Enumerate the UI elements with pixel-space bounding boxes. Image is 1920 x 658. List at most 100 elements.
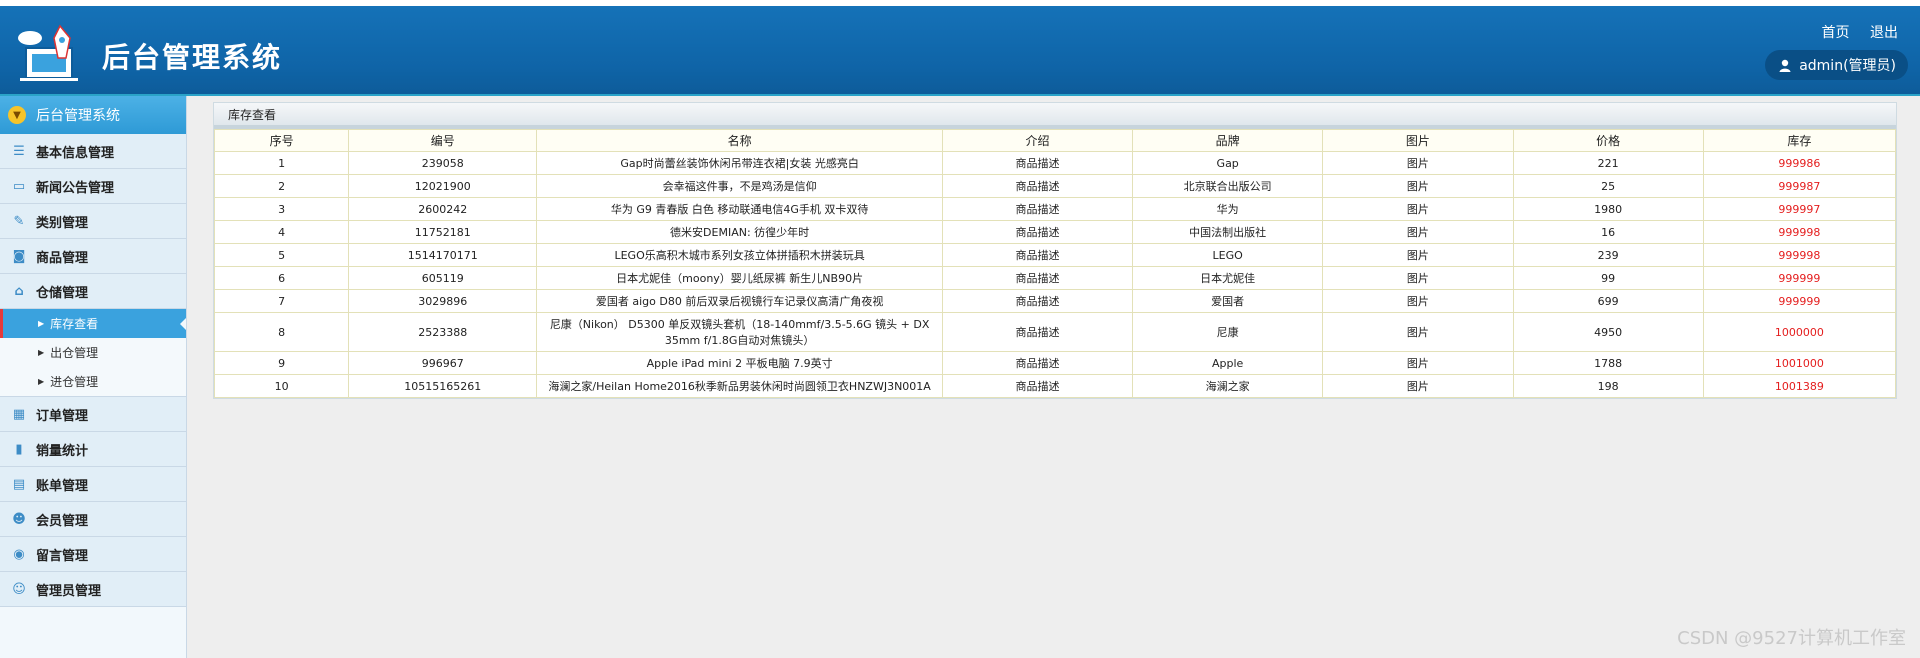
cell-intro[interactable]: 商品描述 — [941, 220, 1134, 244]
table-body: 1 239058 Gap时尚蕾丝装饰休闲吊带连衣裙|女装 光感亮白 商品描述 Gap 图片… — [213, 151, 1897, 398]
cell-code: 12021900 — [348, 174, 538, 198]
sidebar-item-label: 基本信息管理 — [36, 145, 115, 161]
sidebar-subitem-stock-view[interactable]: ▶ 库存查看 — [0, 309, 186, 338]
table-row: 3 2600242 华为 G9 青春版 白色 移动联通电信4G手机 双卡双待 商品描述… — [213, 197, 1897, 221]
cell-index: 6 — [213, 266, 350, 290]
cell-name: 会幸福这件事，不是鸡汤是信仰 — [536, 174, 943, 198]
column-header: 序号 — [213, 129, 350, 152]
home-link[interactable]: 首页 — [1822, 25, 1850, 41]
cell-image[interactable]: 图片 — [1322, 351, 1514, 375]
cell-intro[interactable]: 商品描述 — [941, 151, 1134, 175]
cell-image[interactable]: 图片 — [1322, 197, 1514, 221]
cell-code: 1514170171 — [348, 243, 538, 267]
sidebar-item-admins[interactable]: ☺ 管理员管理 — [0, 572, 186, 607]
cell-image[interactable]: 图片 — [1322, 243, 1514, 267]
app-title: 后台管理系统 — [102, 41, 283, 74]
cell-index: 8 — [213, 312, 350, 352]
cell-price: 198 — [1512, 374, 1704, 398]
sidebar-item-warehouse[interactable]: ⌂ 仓储管理 — [0, 274, 186, 309]
sidebar-item-goods[interactable]: ◙ 商品管理 — [0, 239, 186, 274]
cell-image[interactable]: 图片 — [1322, 220, 1514, 244]
top-links: 首页 退出 — [1806, 22, 1898, 42]
caret-right-icon: ▶ — [38, 377, 45, 386]
user-icon — [1779, 59, 1791, 72]
stock-panel: 库存查看 序号 编号 名称 介绍 品牌 图片 价格 库存 1 239058 Gap时… — [213, 102, 1897, 399]
cell-brand: LEGO — [1132, 243, 1324, 267]
edit-icon: ✎ — [13, 213, 25, 229]
sidebar-title[interactable]: ▼ 后台管理系统 — [0, 96, 186, 134]
cell-stock: 999997 — [1702, 197, 1897, 221]
table-row: 10 10515165261 海澜之家/Heilan Home2016秋季新品男装休… — [213, 374, 1897, 398]
cell-price: 99 — [1512, 266, 1704, 290]
cell-image[interactable]: 图片 — [1322, 312, 1514, 352]
cell-index: 9 — [213, 351, 350, 375]
cell-intro[interactable]: 商品描述 — [941, 289, 1134, 313]
sidebar-item-category[interactable]: ✎ 类别管理 — [0, 204, 186, 239]
sidebar-item-label: 留言管理 — [36, 548, 89, 564]
sidebar: ▼ 后台管理系统 ☰ 基本信息管理 ▭ 新闻公告管理 ✎ 类别管理 ◙ 商品管理… — [0, 96, 187, 658]
cell-brand: 中国法制出版社 — [1132, 220, 1324, 244]
sidebar-subitem-inbound[interactable]: ▶ 进仓管理 — [0, 367, 186, 397]
column-header: 价格 — [1512, 129, 1704, 152]
cell-index: 1 — [213, 151, 350, 175]
cell-stock: 999999 — [1702, 266, 1897, 290]
cell-image[interactable]: 图片 — [1322, 174, 1514, 198]
sidebar-subitem-outbound[interactable]: ▶ 出仓管理 — [0, 338, 186, 367]
cell-brand: 北京联合出版公司 — [1132, 174, 1324, 198]
cell-stock: 999998 — [1702, 220, 1897, 244]
cell-price: 25 — [1512, 174, 1704, 198]
column-header: 介绍 — [941, 129, 1134, 152]
panel-title: 库存查看 — [214, 103, 1896, 129]
home-icon: ⌂ — [14, 283, 24, 299]
sidebar-subitem-label: 进仓管理 — [50, 375, 99, 389]
cell-price: 16 — [1512, 220, 1704, 244]
cell-image[interactable]: 图片 — [1322, 266, 1514, 290]
sidebar-item-news[interactable]: ▭ 新闻公告管理 — [0, 169, 186, 204]
cell-index: 4 — [213, 220, 350, 244]
logo-icon — [18, 24, 78, 81]
cell-intro[interactable]: 商品描述 — [941, 243, 1134, 267]
cell-brand: Apple — [1132, 351, 1324, 375]
cell-price: 1980 — [1512, 197, 1704, 221]
sidebar-item-label: 会员管理 — [36, 513, 89, 529]
cell-intro[interactable]: 商品描述 — [941, 374, 1134, 398]
column-header: 图片 — [1322, 129, 1514, 152]
column-header: 编号 — [348, 129, 538, 152]
cell-index: 7 — [213, 289, 350, 313]
cell-brand: Gap — [1132, 151, 1324, 175]
table-row: 9 996967 Apple iPad mini 2 平板电脑 7.9英寸 商品描述 A… — [213, 351, 1897, 375]
cell-image[interactable]: 图片 — [1322, 374, 1514, 398]
caret-right-icon: ▶ — [38, 348, 45, 357]
sidebar-item-orders[interactable]: ▦ 订单管理 — [0, 397, 186, 432]
cell-intro[interactable]: 商品描述 — [941, 174, 1134, 198]
document-icon: ▤ — [12, 476, 26, 492]
sidebar-item-bills[interactable]: ▤ 账单管理 — [0, 467, 186, 502]
table-row: 1 239058 Gap时尚蕾丝装饰休闲吊带连衣裙|女装 光感亮白 商品描述 Gap 图片… — [213, 151, 1897, 175]
sidebar-item-basic-info[interactable]: ☰ 基本信息管理 — [0, 134, 186, 169]
calendar-icon: ▦ — [12, 406, 26, 422]
sidebar-item-messages[interactable]: ◉ 留言管理 — [0, 537, 186, 572]
user-badge[interactable]: admin(管理员) — [1765, 50, 1908, 80]
watermark: CSDN @9527计算机工作室 — [1677, 628, 1906, 649]
sidebar-item-sales[interactable]: ▮ 销量统计 — [0, 432, 186, 467]
table-row: 8 2523388 尼康（Nikon） D5300 单反双镜头套机（18-140mm… — [213, 312, 1897, 352]
cell-stock: 999986 — [1702, 151, 1897, 175]
cell-index: 5 — [213, 243, 350, 267]
table-row: 7 3029896 爱国者 aigo D80 前后双录后视镜行车记录仪高清广角夜视商… — [213, 289, 1897, 313]
cell-intro[interactable]: 商品描述 — [941, 197, 1134, 221]
cell-code: 239058 — [348, 151, 538, 175]
cell-intro[interactable]: 商品描述 — [941, 312, 1134, 352]
cell-intro[interactable]: 商品描述 — [941, 266, 1134, 290]
sidebar-item-members[interactable]: ☻ 会员管理 — [0, 502, 186, 537]
column-header: 库存 — [1702, 129, 1897, 152]
cell-name: 爱国者 aigo D80 前后双录后视镜行车记录仪高清广角夜视 — [536, 289, 943, 313]
logout-link[interactable]: 退出 — [1870, 25, 1898, 41]
cell-intro[interactable]: 商品描述 — [941, 351, 1134, 375]
sidebar-title-label: 后台管理系统 — [36, 108, 120, 124]
cell-image[interactable]: 图片 — [1322, 151, 1514, 175]
cell-stock: 999987 — [1702, 174, 1897, 198]
caret-right-icon: ▶ — [38, 319, 45, 328]
cell-code: 996967 — [348, 351, 538, 375]
cell-image[interactable]: 图片 — [1322, 289, 1514, 313]
cell-code: 10515165261 — [348, 374, 538, 398]
